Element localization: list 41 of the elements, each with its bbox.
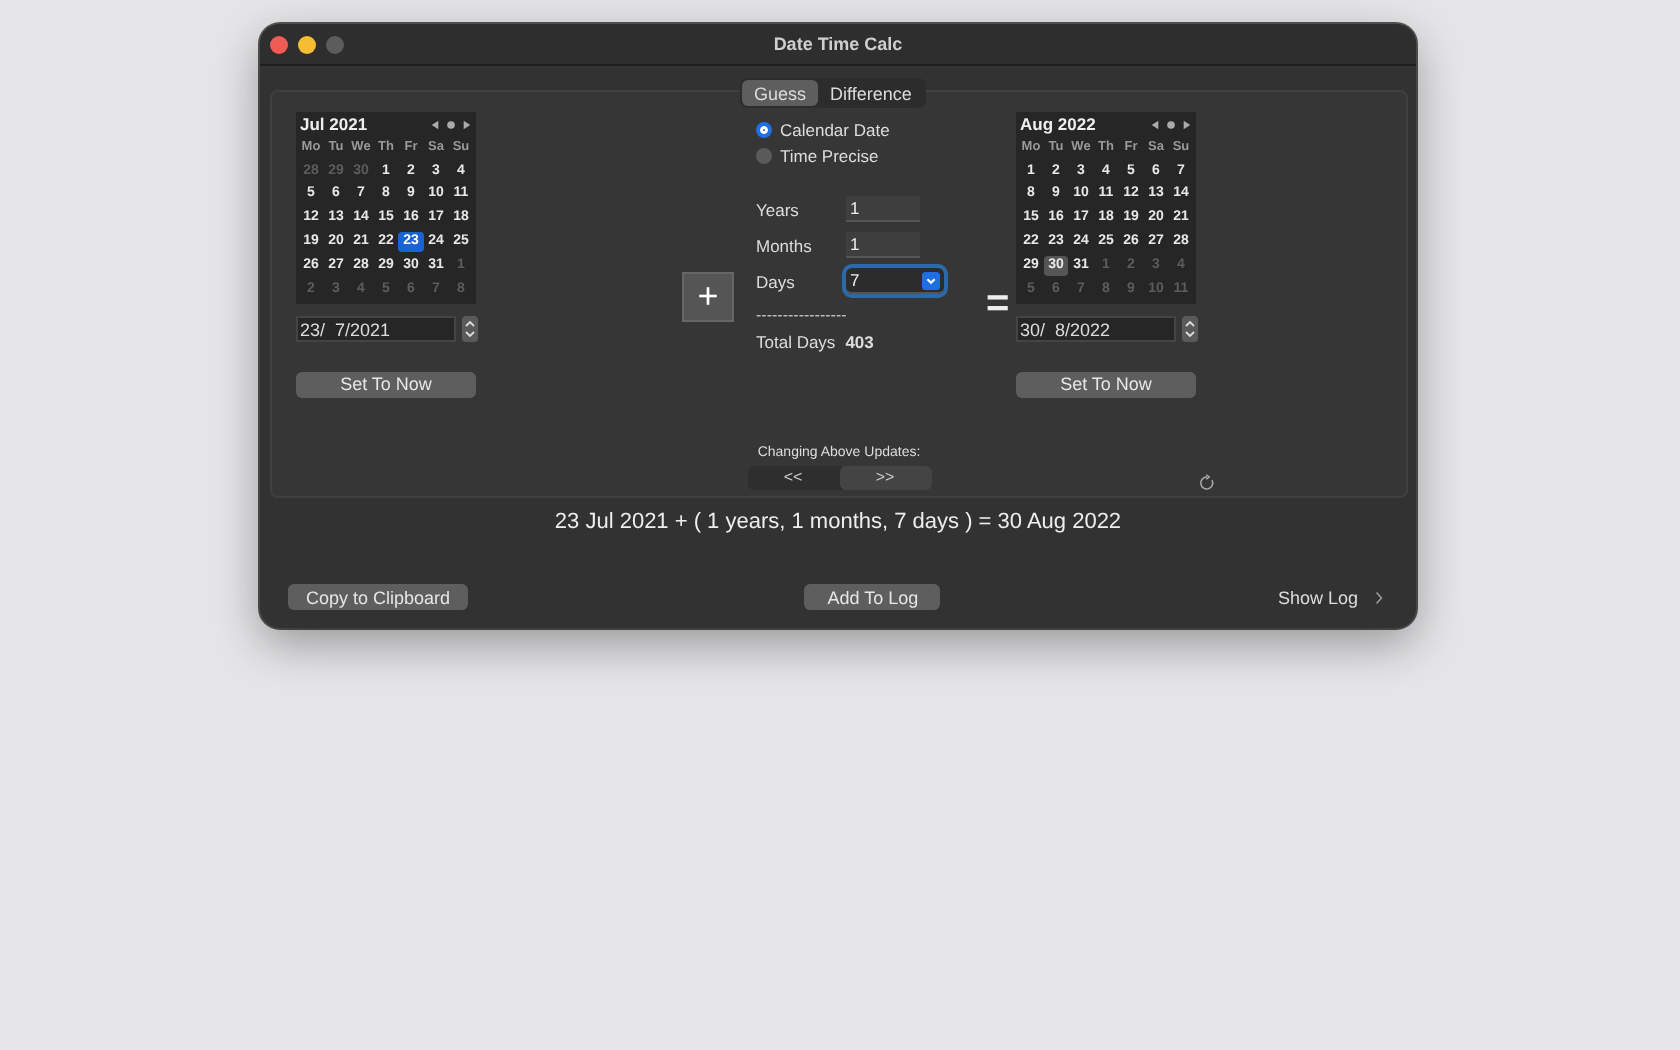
stepper-icon[interactable] [462, 315, 478, 342]
minimize-button[interactable] [298, 35, 316, 53]
mode-tab[interactable]: Guess [742, 80, 819, 106]
total-value: 403 [845, 332, 874, 352]
chevron-right-icon [1374, 589, 1384, 605]
date-field[interactable]: 23/ 7/2021 [296, 315, 456, 342]
month-title: Jul 2021 [300, 114, 368, 134]
radio-option[interactable]: Time Precise [756, 146, 976, 166]
next-arrow-icon[interactable] [1182, 119, 1192, 129]
radio-option[interactable]: Calendar Date [756, 120, 976, 140]
next-arrow-icon[interactable] [462, 119, 472, 129]
number-input[interactable]: 1 [846, 232, 920, 258]
direction-button[interactable]: >> [839, 465, 931, 490]
previous-arrow-icon[interactable] [430, 119, 440, 129]
operator-button[interactable]: + [682, 272, 734, 322]
previous-arrow-icon[interactable] [1150, 119, 1160, 129]
window-title: Date Time Calc [773, 34, 903, 54]
direction-button[interactable]: << [747, 465, 839, 490]
field-label: Days [756, 271, 797, 291]
dot-icon[interactable] [446, 119, 456, 129]
month-title: Aug 2022 [1020, 114, 1096, 134]
field-label: Years [756, 199, 801, 219]
refresh-icon[interactable] [1198, 473, 1216, 492]
date-field[interactable]: 30/ 8/2022 [1016, 315, 1176, 342]
equals-sign: = [986, 284, 1010, 324]
number-input[interactable]: 7 [846, 268, 944, 294]
add-to-log-button[interactable]: Add To Log [804, 584, 941, 610]
copy-to-clipboard-button[interactable]: Copy to Clipboard [288, 584, 468, 610]
number-input[interactable]: 1 [846, 196, 920, 222]
set-to-now-button[interactable]: Set To Now [296, 371, 476, 398]
dot-icon[interactable] [1166, 119, 1176, 129]
total-label: Total Days [756, 332, 836, 352]
result-text: 23 Jul 2021 + ( 1 years, 1 months, 7 days ) = 30 Aug 2022 [552, 510, 1124, 534]
dropdown-arrow-icon[interactable] [922, 271, 940, 289]
close-button[interactable] [270, 35, 288, 53]
set-to-now-button[interactable]: Set To Now [1016, 371, 1196, 398]
stepper-icon[interactable] [1182, 315, 1198, 342]
separator-line: ----------------- [756, 308, 849, 324]
show-log-button[interactable]: Show Log [1277, 587, 1384, 607]
field-label: Months [756, 235, 814, 255]
mode-tab[interactable]: Difference [818, 80, 924, 106]
